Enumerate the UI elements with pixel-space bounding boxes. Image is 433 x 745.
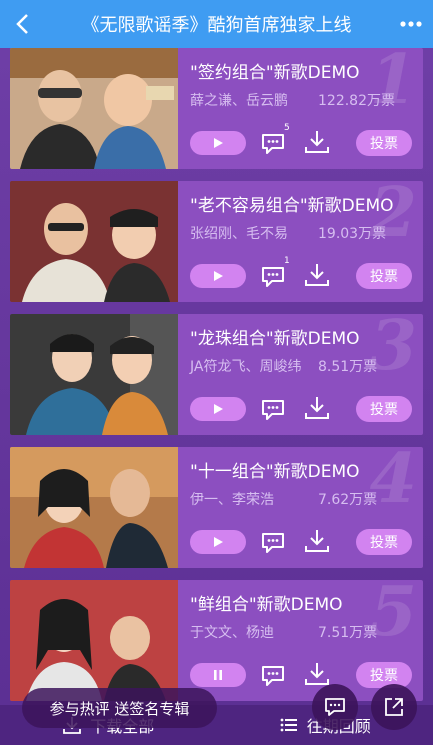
share-icon xyxy=(385,698,403,716)
play-icon xyxy=(214,138,223,148)
comment-count: 5 xyxy=(284,123,290,133)
play-button[interactable] xyxy=(190,397,246,421)
more-dots-icon xyxy=(400,21,422,27)
vote-button[interactable]: 投票 xyxy=(356,130,412,156)
song-thumbnail[interactable] xyxy=(10,48,178,169)
play-button[interactable] xyxy=(190,530,246,554)
play-icon xyxy=(214,537,223,547)
play-icon xyxy=(214,271,223,281)
vote-button[interactable]: 投票 xyxy=(356,396,412,422)
song-artists: 薛之谦、岳云鹏 xyxy=(190,93,288,109)
vote-button[interactable]: 投票 xyxy=(356,263,412,289)
song-thumbnail[interactable] xyxy=(10,181,178,302)
download-button[interactable] xyxy=(302,260,332,290)
song-artists: JA符龙飞、周峻纬 xyxy=(190,359,302,375)
vote-count: 8.51万票 xyxy=(318,359,378,375)
song-title: "十一组合"新歌DEMO xyxy=(190,462,360,482)
comment-icon xyxy=(262,533,284,553)
song-title: "签约组合"新歌DEMO xyxy=(190,63,360,83)
song-title: "老不容易组合"新歌DEMO xyxy=(190,196,394,216)
hot-review-button[interactable]: 参与热评 送签名专辑 xyxy=(22,688,217,728)
comment-icon xyxy=(262,666,284,686)
vote-count: 7.51万票 xyxy=(318,625,378,641)
list-item[interactable]: 2 "老不容易组合"新歌DEMO 张绍刚、毛不易 19.03万票 1 投票 xyxy=(10,181,423,302)
song-artists: 于文文、杨迪 xyxy=(190,625,274,641)
vote-button[interactable]: 投票 xyxy=(356,662,412,688)
song-list: 1 "签约组合"新歌DEMO 薛之谦、岳云鹏 122.82万票 5 投票 2 "… xyxy=(0,48,433,745)
song-artists: 张绍刚、毛不易 xyxy=(190,226,288,242)
header-bar: 《无限歌谣季》酷狗首席独家上线 xyxy=(0,0,433,48)
download-button[interactable] xyxy=(302,127,332,157)
comment-count: 1 xyxy=(284,256,290,266)
pause-icon xyxy=(214,670,222,680)
list-icon xyxy=(280,718,297,732)
comment-float-button[interactable] xyxy=(312,684,358,730)
comment-button[interactable] xyxy=(259,660,289,690)
download-icon xyxy=(305,397,329,419)
back-button[interactable] xyxy=(0,0,44,48)
vote-button[interactable]: 投票 xyxy=(356,529,412,555)
song-thumbnail[interactable] xyxy=(10,580,178,701)
chevron-left-icon xyxy=(16,14,28,34)
more-button[interactable] xyxy=(389,0,433,48)
list-item[interactable]: 1 "签约组合"新歌DEMO 薛之谦、岳云鹏 122.82万票 5 投票 xyxy=(10,48,423,169)
download-button[interactable] xyxy=(302,393,332,423)
song-title: "龙珠组合"新歌DEMO xyxy=(190,329,360,349)
download-icon xyxy=(305,530,329,552)
download-button[interactable] xyxy=(302,526,332,556)
vote-count: 122.82万票 xyxy=(318,93,395,109)
vote-count: 19.03万票 xyxy=(318,226,387,242)
share-float-button[interactable] xyxy=(371,684,417,730)
comment-icon xyxy=(325,698,345,716)
song-title: "鲜组合"新歌DEMO xyxy=(190,595,343,615)
vote-count: 7.62万票 xyxy=(318,492,378,508)
download-icon xyxy=(305,264,329,286)
list-item[interactable]: 4 "十一组合"新歌DEMO 伊一、李荣浩 7.62万票 投票 xyxy=(10,447,423,568)
comment-button[interactable] xyxy=(259,394,289,424)
comment-button[interactable] xyxy=(259,527,289,557)
play-button[interactable] xyxy=(190,264,246,288)
play-button[interactable] xyxy=(190,131,246,155)
pause-button[interactable] xyxy=(190,663,246,687)
comment-icon xyxy=(262,400,284,420)
download-icon xyxy=(305,131,329,153)
play-icon xyxy=(214,404,223,414)
list-item[interactable]: 3 "龙珠组合"新歌DEMO JA符龙飞、周峻纬 8.51万票 投票 xyxy=(10,314,423,435)
song-thumbnail[interactable] xyxy=(10,314,178,435)
page-title: 《无限歌谣季》酷狗首席独家上线 xyxy=(81,15,352,36)
song-thumbnail[interactable] xyxy=(10,447,178,568)
list-item[interactable]: 5 "鲜组合"新歌DEMO 于文文、杨迪 7.51万票 投票 xyxy=(10,580,423,701)
song-artists: 伊一、李荣浩 xyxy=(190,492,274,508)
